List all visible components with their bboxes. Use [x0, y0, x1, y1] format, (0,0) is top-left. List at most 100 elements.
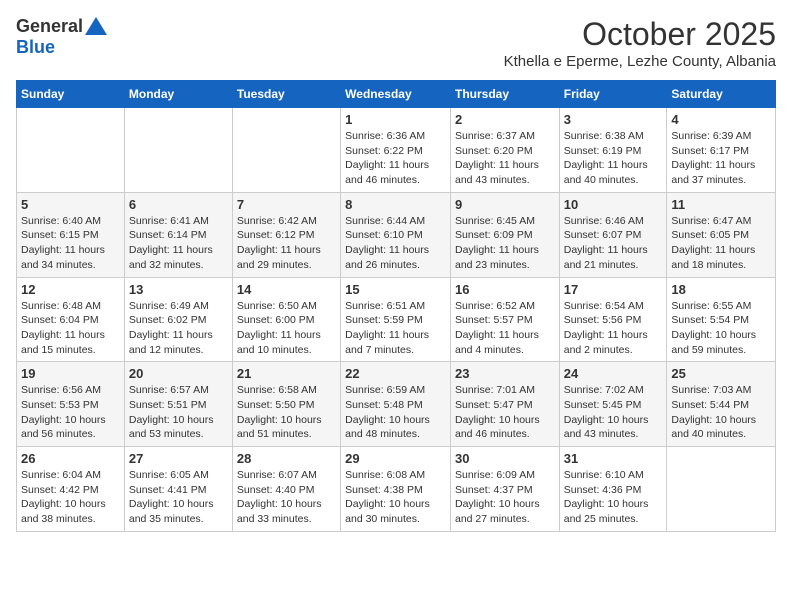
calendar-cell — [667, 447, 776, 532]
calendar-cell: 29 Sunrise: 6:08 AM Sunset: 4:38 PM Dayli… — [341, 447, 451, 532]
calendar-cell: 5 Sunrise: 6:40 AM Sunset: 6:15 PM Daylig… — [17, 192, 125, 277]
day-number: 11 — [671, 197, 771, 212]
calendar-week-row: 26 Sunrise: 6:04 AM Sunset: 4:42 PM Dayli… — [17, 447, 776, 532]
page-header: General Blue October 2025 Kthella e Eper… — [16, 16, 776, 70]
weekday-header-row: SundayMondayTuesdayWednesdayThursdayFrid… — [17, 81, 776, 108]
day-info: Sunrise: 6:39 AM Sunset: 6:17 PM Dayligh… — [671, 129, 771, 188]
day-info: Sunrise: 6:37 AM Sunset: 6:20 PM Dayligh… — [455, 129, 555, 188]
day-number: 13 — [129, 282, 228, 297]
calendar-cell: 25Sunrise: 7:03 AM Sunset: 5:44 PM Dayli… — [667, 362, 776, 447]
logo: General Blue — [16, 16, 107, 58]
day-info: Sunrise: 6:50 AM Sunset: 6:00 PM Dayligh… — [237, 299, 336, 358]
day-info: Sunrise: 6:47 AM Sunset: 6:05 PM Dayligh… — [671, 214, 771, 273]
calendar-cell: 1 Sunrise: 6:36 AM Sunset: 6:22 PM Daylig… — [341, 108, 451, 193]
day-number: 23 — [455, 366, 555, 381]
calendar-cell — [124, 108, 232, 193]
day-info: Sunrise: 6:51 AM Sunset: 5:59 PM Dayligh… — [345, 299, 446, 358]
calendar-cell: 30 Sunrise: 6:09 AM Sunset: 4:37 PM Dayli… — [450, 447, 559, 532]
calendar-cell: 17Sunrise: 6:54 AM Sunset: 5:56 PM Dayli… — [559, 277, 667, 362]
calendar-cell: 23 Sunrise: 7:01 AM Sunset: 5:47 PM Dayli… — [450, 362, 559, 447]
weekday-header: Saturday — [667, 81, 776, 108]
day-number: 27 — [129, 451, 228, 466]
day-number: 16 — [455, 282, 555, 297]
day-info: Sunrise: 6:07 AM Sunset: 4:40 PM Dayligh… — [237, 468, 336, 527]
day-info: Sunrise: 6:08 AM Sunset: 4:38 PM Dayligh… — [345, 468, 446, 527]
day-number: 3 — [564, 112, 663, 127]
calendar-table: SundayMondayTuesdayWednesdayThursdayFrid… — [16, 80, 776, 532]
weekday-header: Monday — [124, 81, 232, 108]
calendar-cell — [17, 108, 125, 193]
calendar-cell: 28Sunrise: 6:07 AM Sunset: 4:40 PM Dayli… — [232, 447, 340, 532]
calendar-week-row: 19 Sunrise: 6:56 AM Sunset: 5:53 PM Dayli… — [17, 362, 776, 447]
calendar-cell: 20 Sunrise: 6:57 AM Sunset: 5:51 PM Dayli… — [124, 362, 232, 447]
day-number: 5 — [21, 197, 120, 212]
month-title: October 2025 — [504, 16, 776, 53]
weekday-header: Tuesday — [232, 81, 340, 108]
day-number: 31 — [564, 451, 663, 466]
logo-general-text: General — [16, 16, 83, 37]
calendar-cell: 31 Sunrise: 6:10 AM Sunset: 4:36 PM Dayli… — [559, 447, 667, 532]
day-info: Sunrise: 6:04 AM Sunset: 4:42 PM Dayligh… — [21, 468, 120, 527]
day-info: Sunrise: 6:41 AM Sunset: 6:14 PM Dayligh… — [129, 214, 228, 273]
day-info: Sunrise: 6:48 AM Sunset: 6:04 PM Dayligh… — [21, 299, 120, 358]
calendar-cell: 26 Sunrise: 6:04 AM Sunset: 4:42 PM Dayli… — [17, 447, 125, 532]
day-info: Sunrise: 6:40 AM Sunset: 6:15 PM Dayligh… — [21, 214, 120, 273]
title-area: October 2025 Kthella e Eperme, Lezhe Cou… — [504, 16, 776, 70]
day-number: 10 — [564, 197, 663, 212]
day-info: Sunrise: 6:42 AM Sunset: 6:12 PM Dayligh… — [237, 214, 336, 273]
day-info: Sunrise: 6:09 AM Sunset: 4:37 PM Dayligh… — [455, 468, 555, 527]
calendar-cell: 21Sunrise: 6:58 AM Sunset: 5:50 PM Dayli… — [232, 362, 340, 447]
calendar-cell: 8Sunrise: 6:44 AM Sunset: 6:10 PM Daylig… — [341, 192, 451, 277]
calendar-cell: 10Sunrise: 6:46 AM Sunset: 6:07 PM Dayli… — [559, 192, 667, 277]
location: Kthella e Eperme, Lezhe County, Albania — [504, 53, 776, 70]
calendar-cell: 6Sunrise: 6:41 AM Sunset: 6:14 PM Daylig… — [124, 192, 232, 277]
day-info: Sunrise: 6:38 AM Sunset: 6:19 PM Dayligh… — [564, 129, 663, 188]
day-info: Sunrise: 6:45 AM Sunset: 6:09 PM Dayligh… — [455, 214, 555, 273]
calendar-cell: 15Sunrise: 6:51 AM Sunset: 5:59 PM Dayli… — [341, 277, 451, 362]
calendar-week-row: 5 Sunrise: 6:40 AM Sunset: 6:15 PM Daylig… — [17, 192, 776, 277]
calendar-cell: 11 Sunrise: 6:47 AM Sunset: 6:05 PM Dayli… — [667, 192, 776, 277]
day-info: Sunrise: 7:01 AM Sunset: 5:47 PM Dayligh… — [455, 383, 555, 442]
calendar-cell: 24 Sunrise: 7:02 AM Sunset: 5:45 PM Dayli… — [559, 362, 667, 447]
day-info: Sunrise: 6:44 AM Sunset: 6:10 PM Dayligh… — [345, 214, 446, 273]
day-info: Sunrise: 6:59 AM Sunset: 5:48 PM Dayligh… — [345, 383, 446, 442]
day-number: 4 — [671, 112, 771, 127]
day-number: 30 — [455, 451, 555, 466]
calendar-week-row: 1 Sunrise: 6:36 AM Sunset: 6:22 PM Daylig… — [17, 108, 776, 193]
day-info: Sunrise: 6:10 AM Sunset: 4:36 PM Dayligh… — [564, 468, 663, 527]
day-number: 20 — [129, 366, 228, 381]
calendar-cell: 16Sunrise: 6:52 AM Sunset: 5:57 PM Dayli… — [450, 277, 559, 362]
calendar-cell: 9 Sunrise: 6:45 AM Sunset: 6:09 PM Daylig… — [450, 192, 559, 277]
calendar-cell: 14 Sunrise: 6:50 AM Sunset: 6:00 PM Dayli… — [232, 277, 340, 362]
day-info: Sunrise: 6:58 AM Sunset: 5:50 PM Dayligh… — [237, 383, 336, 442]
day-info: Sunrise: 6:36 AM Sunset: 6:22 PM Dayligh… — [345, 129, 446, 188]
day-number: 26 — [21, 451, 120, 466]
calendar-cell: 27 Sunrise: 6:05 AM Sunset: 4:41 PM Dayli… — [124, 447, 232, 532]
day-info: Sunrise: 7:02 AM Sunset: 5:45 PM Dayligh… — [564, 383, 663, 442]
day-number: 2 — [455, 112, 555, 127]
day-number: 25 — [671, 366, 771, 381]
day-number: 24 — [564, 366, 663, 381]
weekday-header: Thursday — [450, 81, 559, 108]
weekday-header: Sunday — [17, 81, 125, 108]
weekday-header: Wednesday — [341, 81, 451, 108]
day-number: 29 — [345, 451, 446, 466]
day-number: 9 — [455, 197, 555, 212]
calendar-cell: 18Sunrise: 6:55 AM Sunset: 5:54 PM Dayli… — [667, 277, 776, 362]
calendar-cell — [232, 108, 340, 193]
day-info: Sunrise: 6:57 AM Sunset: 5:51 PM Dayligh… — [129, 383, 228, 442]
logo-blue-text: Blue — [16, 37, 55, 57]
day-number: 14 — [237, 282, 336, 297]
calendar-cell: 13Sunrise: 6:49 AM Sunset: 6:02 PM Dayli… — [124, 277, 232, 362]
calendar-cell: 3 Sunrise: 6:38 AM Sunset: 6:19 PM Daylig… — [559, 108, 667, 193]
day-info: Sunrise: 6:56 AM Sunset: 5:53 PM Dayligh… — [21, 383, 120, 442]
calendar-cell: 19 Sunrise: 6:56 AM Sunset: 5:53 PM Dayli… — [17, 362, 125, 447]
day-number: 1 — [345, 112, 446, 127]
day-info: Sunrise: 6:05 AM Sunset: 4:41 PM Dayligh… — [129, 468, 228, 527]
logo-icon — [85, 17, 107, 35]
calendar-cell: 12Sunrise: 6:48 AM Sunset: 6:04 PM Dayli… — [17, 277, 125, 362]
day-number: 17 — [564, 282, 663, 297]
day-number: 19 — [21, 366, 120, 381]
calendar-cell: 4 Sunrise: 6:39 AM Sunset: 6:17 PM Daylig… — [667, 108, 776, 193]
calendar-week-row: 12Sunrise: 6:48 AM Sunset: 6:04 PM Dayli… — [17, 277, 776, 362]
